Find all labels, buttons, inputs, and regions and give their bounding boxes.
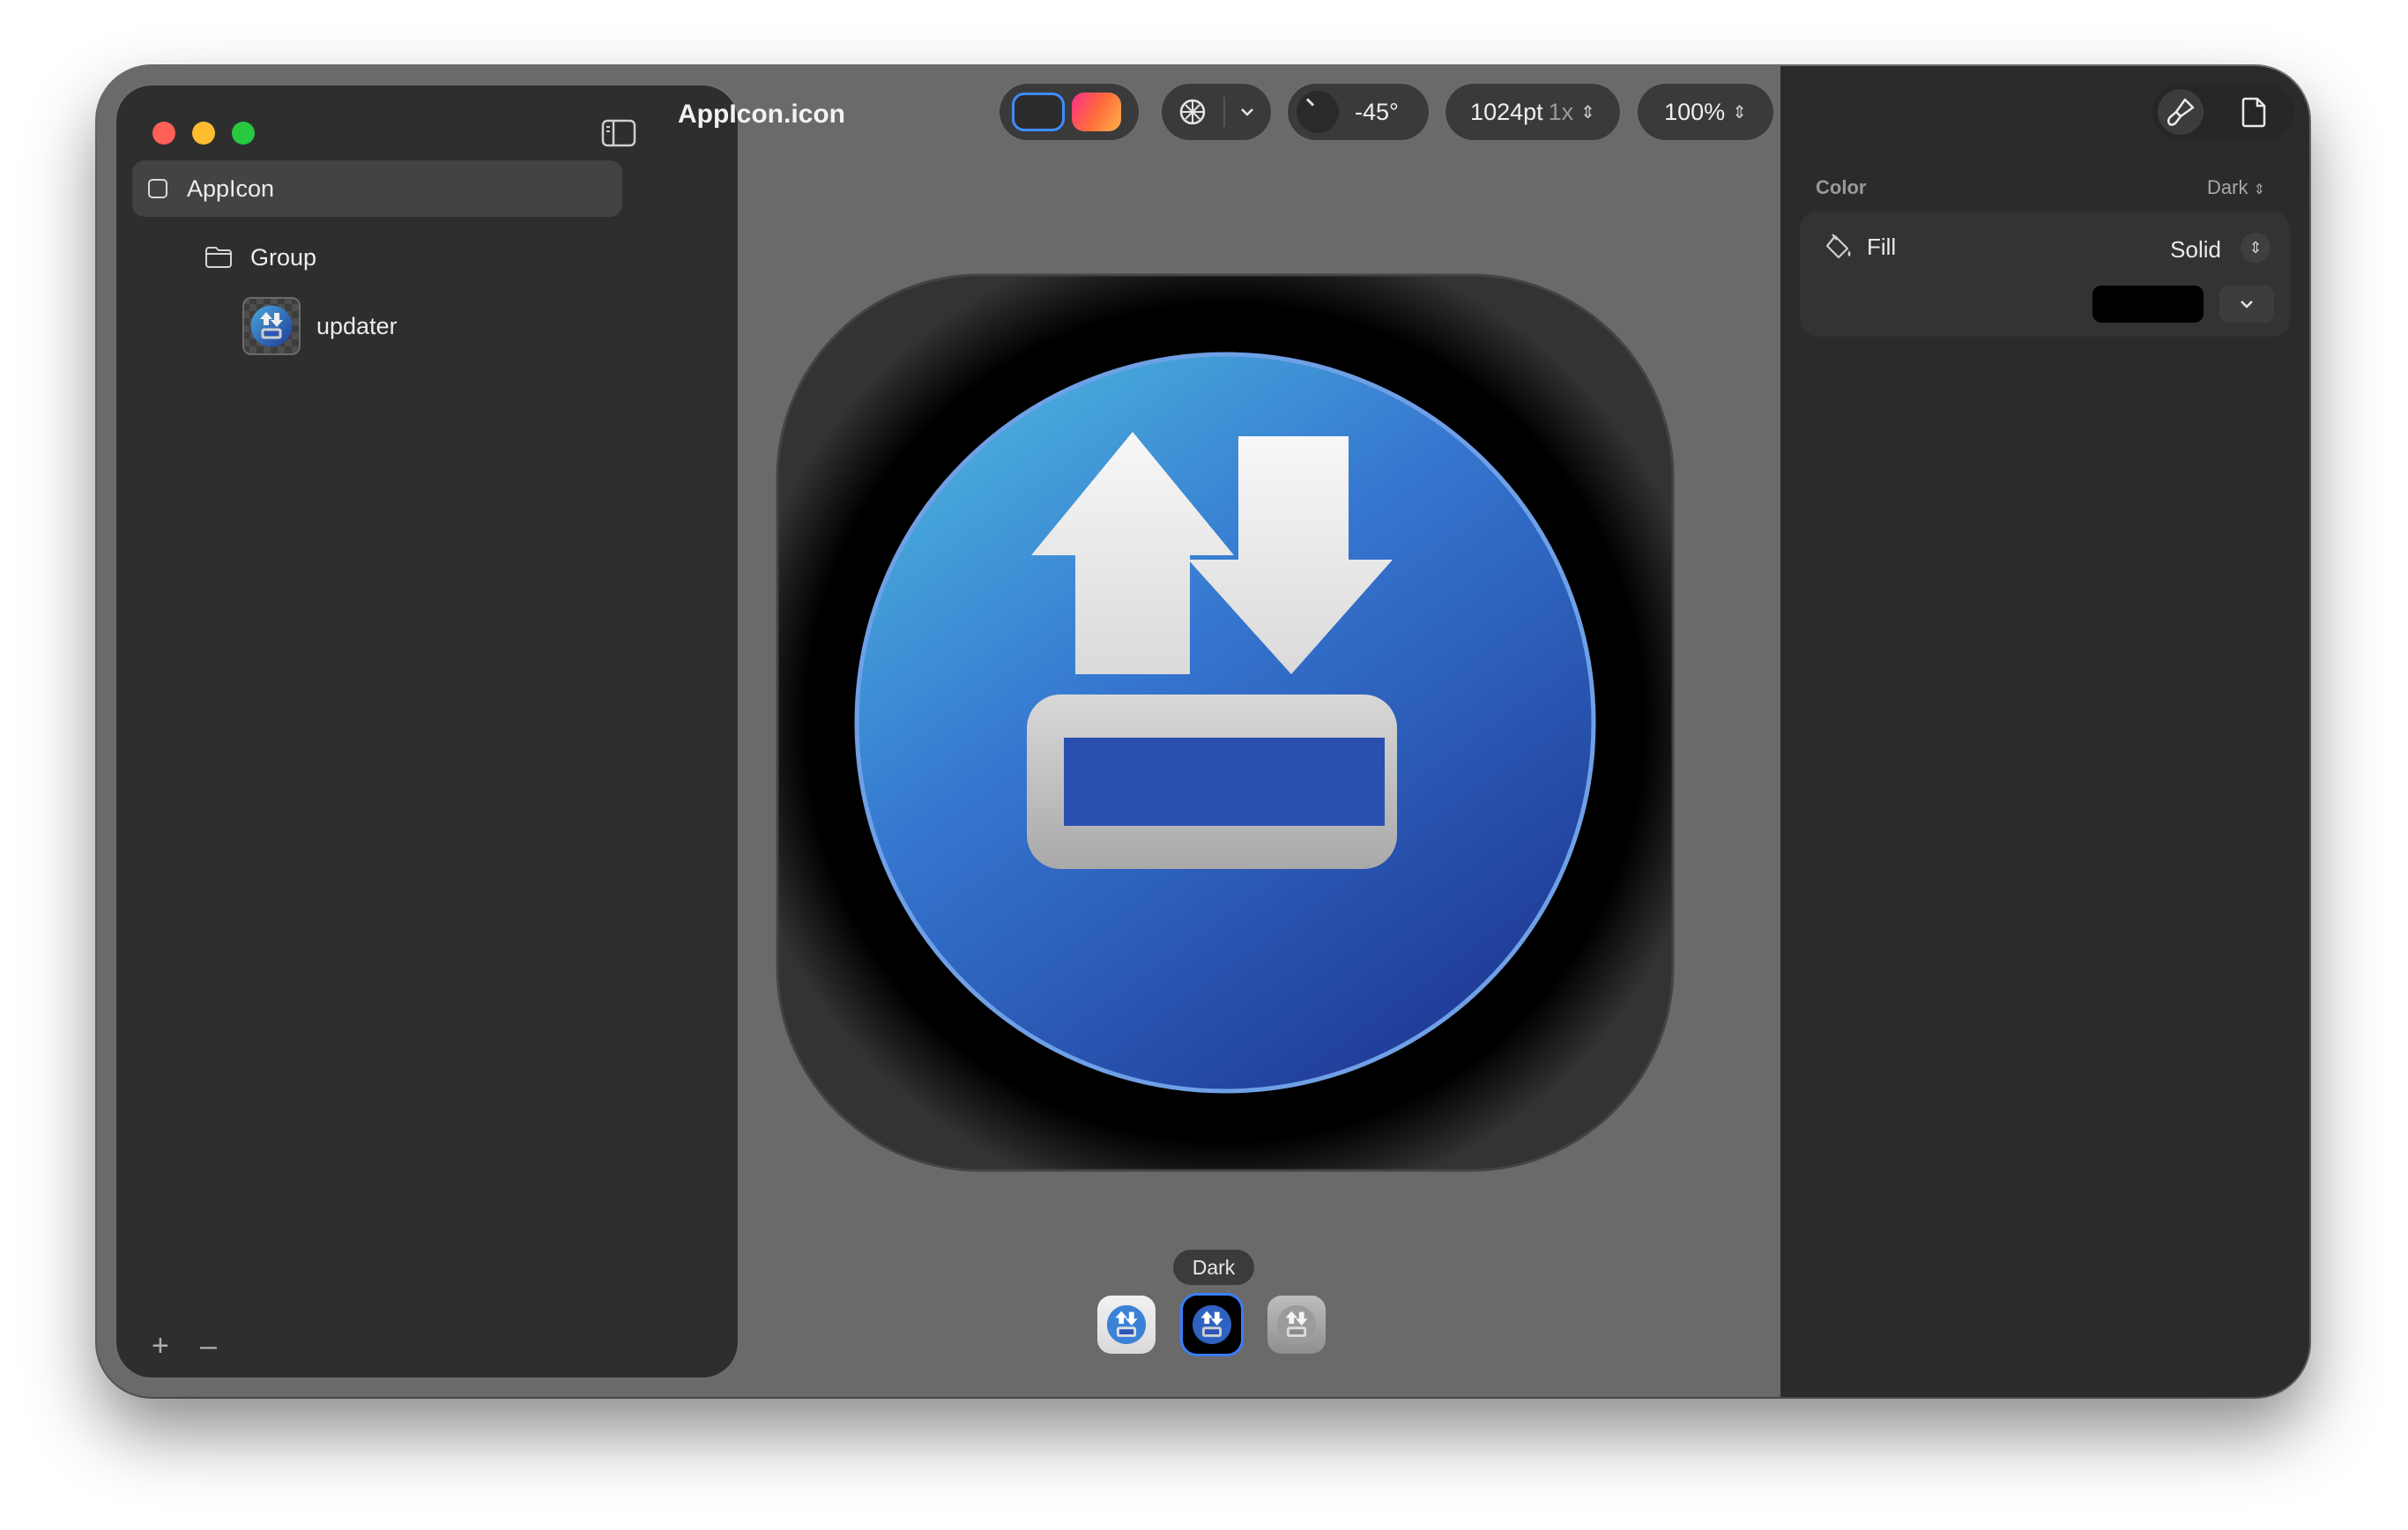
updater-app-icon <box>1276 1304 1317 1345</box>
folder-icon <box>205 247 232 268</box>
fill-card: Fill Solid ⇕ <box>1800 212 2290 337</box>
angle-value: -45° <box>1355 98 1399 125</box>
inspector-tabs <box>2152 84 2293 140</box>
remove-layer-button[interactable]: – <box>200 1329 217 1363</box>
icon-preview <box>776 273 1675 1172</box>
add-layer-button[interactable]: + <box>152 1329 169 1363</box>
sidebar-item-label: Group <box>250 243 317 271</box>
chevron-updown-icon[interactable]: ⇕ <box>2241 233 2271 263</box>
fill-label: Fill <box>1867 233 1897 260</box>
updater-app-icon <box>250 305 293 347</box>
color-appearance-swatch[interactable] <box>1072 93 1121 131</box>
light-source-icon <box>1179 99 1206 125</box>
sidebar: AppIcon Group updater + – <box>116 85 738 1378</box>
sidebar-toggle-icon[interactable] <box>601 119 636 147</box>
light-angle-control[interactable]: -45° <box>1288 84 1429 140</box>
sidebar-item-group[interactable]: Group <box>204 237 316 278</box>
scale-value: 1x <box>1548 98 1574 125</box>
sidebar-item-label: updater <box>316 312 398 339</box>
appearance-mode-value: Dark <box>2207 176 2248 198</box>
close-window-button[interactable] <box>152 122 175 145</box>
appearance-switcher[interactable] <box>1000 84 1139 140</box>
appearance-mode-popup[interactable]: Dark ⇕ <box>2207 176 2265 199</box>
layer-thumbnail <box>242 297 301 355</box>
size-value: 1024pt <box>1470 98 1543 125</box>
angle-dial[interactable] <box>1297 91 1339 133</box>
dark-variant-thumbnail[interactable] <box>1183 1296 1241 1354</box>
minimize-window-button[interactable] <box>192 122 215 145</box>
sidebar-item-updater[interactable]: updater <box>242 297 398 355</box>
sidebar-item-appicon[interactable]: AppIcon <box>132 160 622 217</box>
section-title: Color <box>1816 176 1867 198</box>
chevron-updown-icon: ⇕ <box>2253 182 2265 197</box>
color-menu-button[interactable] <box>2219 286 2274 323</box>
chevron-updown-icon: ⇕ <box>1580 102 1595 123</box>
square-icon <box>148 179 167 198</box>
document-inspector-tab[interactable] <box>2232 89 2278 135</box>
zoom-window-button[interactable] <box>232 122 255 145</box>
fill-color-swatch[interactable] <box>2092 286 2204 323</box>
tray-slot <box>1064 738 1385 826</box>
appearance-inspector-tab[interactable] <box>2158 89 2204 135</box>
chevron-updown-icon: ⇕ <box>1732 102 1747 123</box>
fill-label-row: Fill <box>1825 233 1896 261</box>
chevron-down-icon[interactable] <box>1239 107 1255 117</box>
canvas-size-control[interactable]: 1024pt 1x ⇕ <box>1446 84 1620 140</box>
zoom-value: 100% <box>1664 98 1726 125</box>
sidebar-item-label: AppIcon <box>187 175 275 202</box>
lighting-control[interactable] <box>1162 84 1271 140</box>
inspector-panel: Color Dark ⇕ Fill Solid ⇕ <box>1780 66 2309 1397</box>
app-window: AppIcon Group updater + – AppIcon.icon -… <box>97 66 2309 1397</box>
zoom-control[interactable]: 100% ⇕ <box>1638 84 1773 140</box>
document-icon <box>2241 97 2266 128</box>
document-title: AppIcon.icon <box>678 100 845 129</box>
fill-type-value[interactable]: Solid <box>2170 236 2221 264</box>
updater-app-icon <box>1192 1304 1232 1345</box>
paintbrush-icon <box>2166 98 2195 126</box>
appearance-tooltip: Dark <box>1173 1250 1254 1285</box>
divider <box>1223 97 1225 127</box>
default-variant-thumbnail[interactable] <box>1097 1296 1156 1354</box>
updater-app-icon <box>1106 1304 1147 1345</box>
tinted-variant-thumbnail[interactable] <box>1267 1296 1326 1354</box>
chevron-down-icon <box>2241 301 2253 308</box>
default-appearance-swatch[interactable] <box>1012 93 1065 131</box>
paint-bucket-icon <box>1825 234 1851 259</box>
